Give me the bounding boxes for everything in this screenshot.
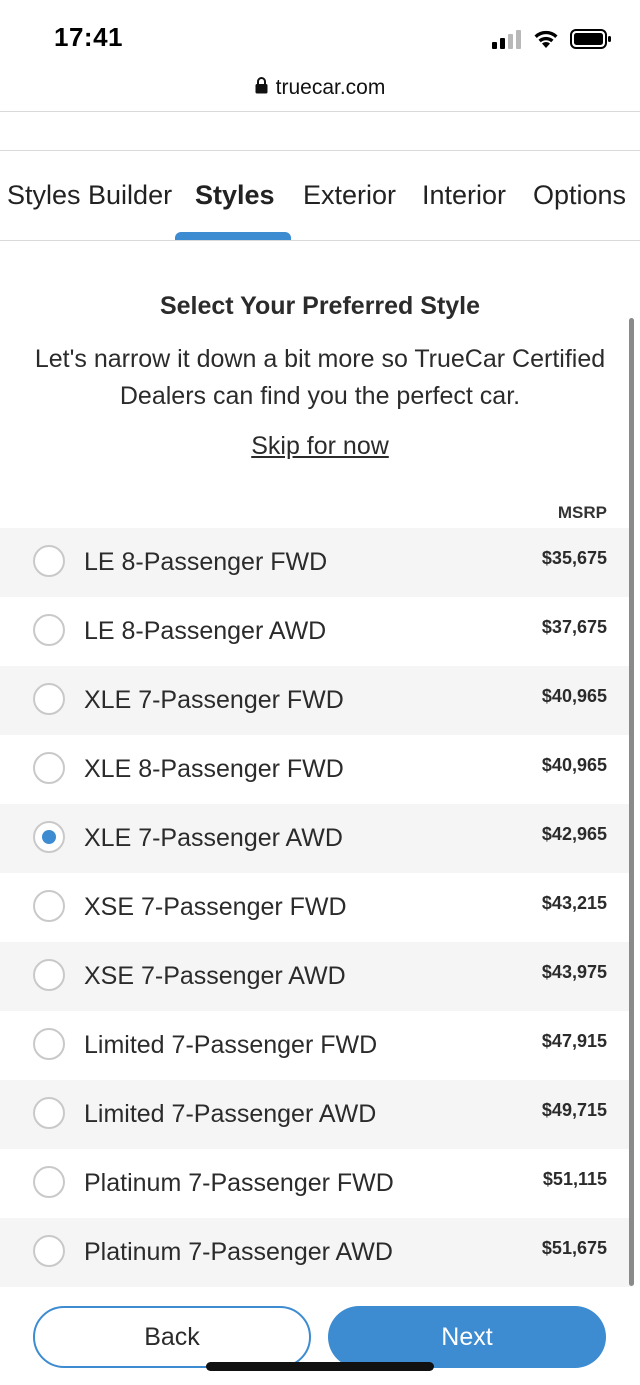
next-button[interactable]: Next	[328, 1306, 606, 1368]
address-bar[interactable]: truecar.com	[0, 66, 640, 110]
radio-button[interactable]	[33, 959, 65, 991]
radio-button[interactable]	[33, 752, 65, 784]
msrp-column-header: MSRP	[557, 503, 607, 522]
style-name: Limited 7-Passenger FWD	[84, 1031, 378, 1059]
style-name: XSE 7-Passenger AWD	[84, 962, 346, 990]
tab-styles[interactable]: Styles	[195, 180, 275, 211]
divider	[0, 111, 640, 112]
wifi-icon	[532, 28, 560, 54]
style-name: XLE 7-Passenger FWD	[84, 686, 344, 714]
battery-icon	[570, 28, 612, 54]
style-name: XSE 7-Passenger FWD	[84, 893, 347, 921]
style-option[interactable]: XSE 7-Passenger FWD $43,215	[0, 873, 632, 942]
style-option[interactable]: Platinum 7-Passenger AWD $51,675	[0, 1218, 632, 1287]
home-indicator[interactable]	[206, 1362, 434, 1371]
style-name: XLE 8-Passenger FWD	[84, 755, 344, 783]
style-price: $42,965	[541, 824, 607, 844]
style-price: $49,715	[541, 1100, 607, 1120]
radio-button[interactable]	[33, 890, 65, 922]
scrollbar[interactable]	[629, 318, 634, 1286]
style-option[interactable]: LE 8-Passenger FWD $35,675	[0, 528, 632, 597]
tab-exterior[interactable]: Exterior	[303, 180, 396, 211]
back-button[interactable]: Back	[33, 1306, 311, 1368]
radio-button-selected[interactable]	[33, 821, 65, 853]
style-price: $37,675	[541, 617, 607, 637]
url-domain: truecar.com	[275, 76, 386, 99]
style-option[interactable]: LE 8-Passenger AWD $37,675	[0, 597, 632, 666]
style-price: $47,915	[541, 1031, 607, 1051]
skip-link-container: Skip for now	[0, 432, 640, 461]
style-price: $43,975	[541, 962, 607, 982]
style-price: $51,675	[541, 1238, 607, 1258]
radio-button[interactable]	[33, 614, 65, 646]
style-price: $40,965	[541, 755, 607, 775]
style-price: $40,965	[541, 686, 607, 706]
status-time: 17:41	[54, 22, 123, 52]
divider	[0, 150, 640, 151]
tab-styles-builder[interactable]: Styles Builder	[7, 180, 172, 211]
status-icons	[492, 28, 612, 54]
tab-interior[interactable]: Interior	[422, 180, 506, 211]
style-name: XLE 7-Passenger AWD	[84, 824, 343, 852]
style-price: $51,115	[542, 1169, 607, 1189]
status-bar: 17:41	[0, 0, 640, 66]
page-title: Select Your Preferred Style	[159, 292, 481, 320]
tab-bar: Styles Builder Styles Exterior Interior …	[0, 152, 640, 241]
style-option[interactable]: Limited 7-Passenger FWD $47,915	[0, 1011, 632, 1080]
radio-button[interactable]	[33, 1097, 65, 1129]
style-name: Limited 7-Passenger AWD	[84, 1100, 377, 1128]
active-tab-indicator	[175, 232, 291, 240]
style-list: LE 8-Passenger FWD $35,675 LE 8-Passenge…	[0, 528, 632, 1287]
radio-button[interactable]	[33, 1166, 65, 1198]
style-name: LE 8-Passenger FWD	[84, 548, 328, 576]
radio-button[interactable]	[33, 683, 65, 715]
cellular-signal-icon	[492, 29, 522, 54]
radio-button[interactable]	[33, 1028, 65, 1060]
tab-options[interactable]: Options	[533, 180, 626, 211]
style-price: $43,215	[541, 893, 607, 913]
style-option[interactable]: XLE 7-Passenger FWD $40,965	[0, 666, 632, 735]
style-name: LE 8-Passenger AWD	[84, 617, 327, 645]
style-option[interactable]: Limited 7-Passenger AWD $49,715	[0, 1080, 632, 1149]
style-name: Platinum 7-Passenger FWD	[84, 1169, 394, 1197]
style-name: Platinum 7-Passenger AWD	[84, 1238, 393, 1266]
style-option[interactable]: XSE 7-Passenger AWD $43,975	[0, 942, 632, 1011]
style-price: $35,675	[541, 548, 607, 568]
page-description: Let's narrow it down a bit more so TrueC…	[34, 345, 606, 410]
style-option-selected[interactable]: XLE 7-Passenger AWD $42,965	[0, 804, 632, 873]
style-option[interactable]: Platinum 7-Passenger FWD $51,115	[0, 1149, 632, 1218]
style-option[interactable]: XLE 8-Passenger FWD $40,965	[0, 735, 632, 804]
radio-button[interactable]	[33, 1235, 65, 1267]
radio-button[interactable]	[33, 545, 65, 577]
lock-icon	[255, 76, 268, 100]
skip-for-now-link[interactable]: Skip for now	[251, 432, 389, 460]
